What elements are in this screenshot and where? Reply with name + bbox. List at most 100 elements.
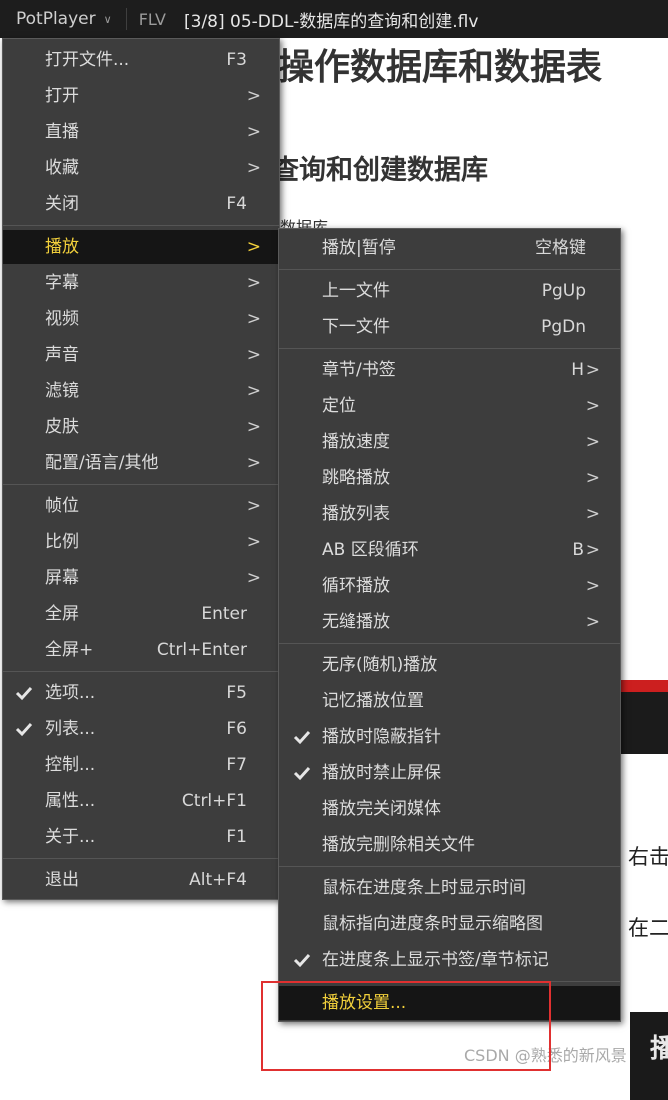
menu-item-gapless-playback[interactable]: 无缝播放 > [279, 605, 620, 639]
menu-item-label: 章节/书签 [322, 360, 396, 380]
menu-item-close-media-after-play[interactable]: 播放完关闭媒体 [279, 792, 620, 826]
menu-item-label: 播放速度 [322, 432, 390, 452]
menu-item-label: 播放列表 [322, 504, 390, 524]
menu-item-exit[interactable]: 退出 Alt+F4 [3, 863, 279, 897]
menu-item-control[interactable]: 控制... F7 [3, 748, 279, 782]
menu-item-label: 关于... [45, 827, 96, 847]
menu-item-about[interactable]: 关于... F1 [3, 820, 279, 854]
menu-item-favorites[interactable]: 收藏 > [3, 151, 279, 185]
submenu-arrow-icon: > [246, 453, 261, 473]
menu-item-chapters-bookmarks[interactable]: 章节/书签 H > [279, 353, 620, 387]
menu-item-label: 收藏 [45, 158, 79, 178]
menu-item-label: 播放 [45, 237, 79, 257]
menu-divider [279, 866, 620, 867]
menu-item-video[interactable]: 视频 > [3, 302, 279, 336]
menu-item-label: 滤镜 [45, 381, 79, 401]
menu-item-ab-repeat[interactable]: AB 区段循环 B > [279, 533, 620, 567]
submenu-arrow-icon: > [585, 612, 600, 632]
menu-item-shuffle[interactable]: 无序(随机)播放 [279, 648, 620, 682]
menu-item-label: 播放时隐蔽指针 [322, 727, 441, 747]
app-menu-button[interactable]: PotPlayer ∨ [0, 9, 112, 29]
menu-item-open[interactable]: 打开 > [3, 79, 279, 113]
menu-item-loop-playback[interactable]: 循环播放 > [279, 569, 620, 603]
menu-item-label: 播放完关闭媒体 [322, 799, 441, 819]
menu-item-skins[interactable]: 皮肤 > [3, 410, 279, 444]
chevron-down-icon: ∨ [103, 12, 112, 26]
submenu-arrow-icon: > [585, 576, 600, 596]
menu-item-shortcut: Ctrl+F1 [181, 791, 247, 811]
menu-item-playlist[interactable]: 列表... F6 [3, 712, 279, 746]
menu-item-label: 全屏 [45, 604, 79, 624]
menu-item-disable-screensaver[interactable]: 播放时禁止屏保 [279, 756, 620, 790]
menu-item-live[interactable]: 直播 > [3, 115, 279, 149]
menu-item-delete-files-after-play[interactable]: 播放完删除相关文件 [279, 828, 620, 862]
checkmark-icon [15, 686, 33, 701]
menu-item-config-language[interactable]: 配置/语言/其他 > [3, 446, 279, 480]
checkmark-icon [293, 730, 311, 745]
menu-item-fullscreen[interactable]: 全屏 Enter [3, 597, 279, 631]
menu-item-playback-speed[interactable]: 播放速度 > [279, 425, 620, 459]
highlight-annotation-box [261, 981, 551, 1071]
menu-item-seek[interactable]: 定位 > [279, 389, 620, 423]
menu-item-show-thumbnail-on-seekbar[interactable]: 鼠标指向进度条时显示缩略图 [279, 907, 620, 941]
menu-item-label: 打开 [45, 86, 79, 106]
menu-item-shortcut: H [571, 360, 584, 380]
menu-item-ratio[interactable]: 比例 > [3, 525, 279, 559]
menu-item-fullscreen-plus[interactable]: 全屏+ Ctrl+Enter [3, 633, 279, 667]
title-divider [125, 8, 127, 30]
menu-item-filters[interactable]: 滤镜 > [3, 374, 279, 408]
menu-item-show-bookmarks-on-seekbar[interactable]: 在进度条上显示书签/章节标记 [279, 943, 620, 977]
menu-item-shortcut: F4 [226, 194, 247, 214]
menu-item-frame[interactable]: 帧位 > [3, 489, 279, 523]
menu-item-screen[interactable]: 屏幕 > [3, 561, 279, 595]
menu-item-label: 声音 [45, 345, 79, 365]
submenu-arrow-icon: > [585, 432, 600, 452]
menu-item-shortcut: Ctrl+Enter [156, 640, 247, 660]
submenu-arrow-icon: > [246, 158, 261, 178]
menu-item-label: 皮肤 [45, 417, 79, 437]
menu-item-label: 打开文件... [45, 50, 130, 70]
menu-item-options[interactable]: 选项... F5 [3, 676, 279, 710]
menu-item-label: 配置/语言/其他 [45, 453, 159, 473]
menu-item-label: 跳略播放 [322, 468, 390, 488]
menu-item-show-time-on-seekbar[interactable]: 鼠标在进度条上时显示时间 [279, 871, 620, 905]
menu-item-skip-playback[interactable]: 跳略播放 > [279, 461, 620, 495]
menu-item-audio[interactable]: 声音 > [3, 338, 279, 372]
menu-item-label: 字幕 [45, 273, 79, 293]
menu-item-label: 记忆播放位置 [322, 691, 424, 711]
menu-item-label: 屏幕 [45, 568, 79, 588]
submenu-arrow-icon: > [585, 504, 600, 524]
doc-subheading: 查询和创建数据库 [272, 155, 488, 186]
menu-item-label: 播放|暂停 [322, 238, 396, 258]
menu-item-properties[interactable]: 属性... Ctrl+F1 [3, 784, 279, 818]
menu-item-label: 全屏+ [45, 640, 94, 660]
menu-item-playback[interactable]: 播放 > [3, 230, 279, 264]
submenu-arrow-icon: > [246, 273, 261, 293]
menu-item-label: 循环播放 [322, 576, 390, 596]
menu-item-play-pause[interactable]: 播放|暂停 空格键 [279, 231, 620, 265]
menu-item-hide-pointer[interactable]: 播放时隐蔽指针 [279, 720, 620, 754]
menu-item-label: 上一文件 [322, 281, 390, 301]
menu-divider [279, 269, 620, 270]
menu-item-label: 无缝播放 [322, 612, 390, 632]
main-context-menu: 打开文件... F3 打开 > 直播 > 收藏 > 关闭 F4 播放 > 字幕 … [2, 38, 280, 900]
menu-item-shortcut: F7 [226, 755, 247, 775]
menu-item-label: 下一文件 [322, 317, 390, 337]
submenu-arrow-icon: > [585, 468, 600, 488]
menu-item-label: 播放时禁止屏保 [322, 763, 441, 783]
menu-item-playlist[interactable]: 播放列表 > [279, 497, 620, 531]
submenu-arrow-icon: > [246, 122, 261, 142]
menu-item-remember-position[interactable]: 记忆播放位置 [279, 684, 620, 718]
menu-item-shortcut: 空格键 [535, 238, 586, 258]
checkmark-icon [293, 766, 311, 781]
menu-item-label: 视频 [45, 309, 79, 329]
file-title: [3/8] 05-DDL-数据库的查询和创建.flv [184, 11, 479, 32]
menu-item-shortcut: F5 [226, 683, 247, 703]
menu-item-shortcut: PgDn [541, 317, 586, 337]
doc-side-text-2: 在二 [628, 916, 668, 940]
menu-item-subtitles[interactable]: 字幕 > [3, 266, 279, 300]
menu-item-close[interactable]: 关闭 F4 [3, 187, 279, 221]
menu-item-previous-file[interactable]: 上一文件 PgUp [279, 274, 620, 308]
menu-item-open-file[interactable]: 打开文件... F3 [3, 43, 279, 77]
menu-item-next-file[interactable]: 下一文件 PgDn [279, 310, 620, 344]
